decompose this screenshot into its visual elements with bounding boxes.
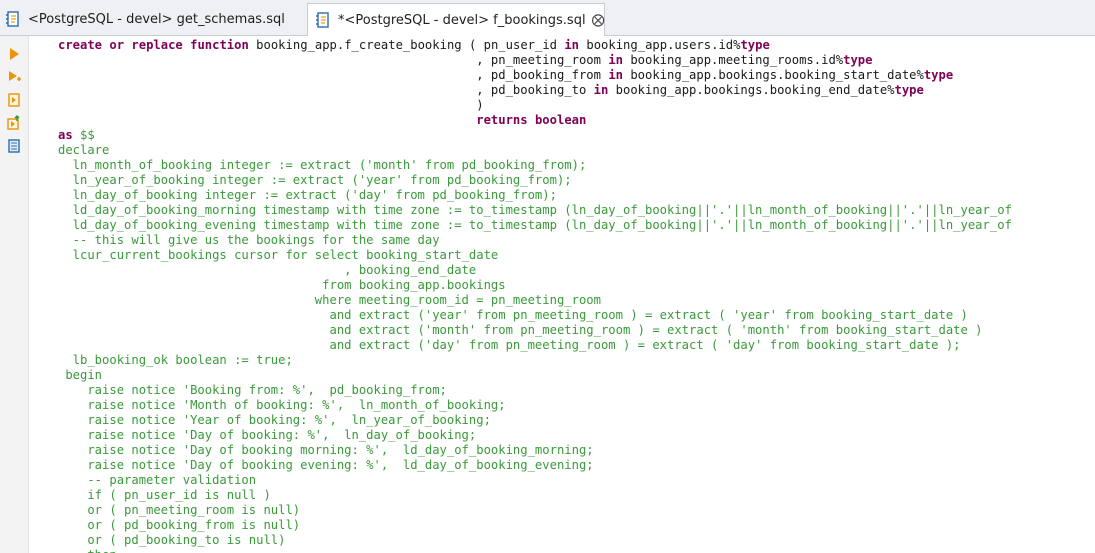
code-line: begin [58,368,103,382]
close-tab-icon[interactable]: ⨂ [592,13,605,28]
code-line: lcur_current_bookings cursor for select … [58,248,499,262]
sql-file-icon [314,11,332,29]
code-line: if ( pn_user_id is null ) [58,488,271,502]
code-line: or ( pn_meeting_room is null) [58,503,301,517]
code-line: ln_day_of_booking integer := extract ('d… [58,188,557,202]
code-line: raise notice 'Booking from: %', pd_booki… [58,383,447,397]
tab-f-bookings[interactable]: *<PostgreSQL - devel> f_bookings.sql ⨂ [307,3,605,36]
code-line: raise notice 'Day of booking morning: %'… [58,443,594,457]
code-line: -- parameter validation [58,473,257,487]
tab-label: *<PostgreSQL - devel> f_bookings.sql [338,12,586,28]
tab-get-schemas[interactable]: <PostgreSQL - devel> get_schemas.sql [0,4,302,34]
export-icon[interactable] [6,138,22,154]
code-line: raise notice 'Year of booking: %', ln_ye… [58,413,491,427]
code-line: and extract ('day' from pn_meeting_room … [58,338,961,352]
code-line: declare [58,143,110,157]
code-line: , pn_meeting_room in booking_app.meeting… [58,53,873,67]
code-line: or ( pd_booking_from is null) [58,518,301,532]
code-line: lb_booking_ok boolean := true; [58,353,293,367]
code-line: or ( pd_booking_to is null) [58,533,286,547]
editor-tab-bar: <PostgreSQL - devel> get_schemas.sql *<P… [0,0,1095,36]
code-line: returns boolean [476,113,587,127]
execute-statement-icon[interactable] [6,46,22,62]
code-line: ln_month_of_booking integer := extract (… [58,158,587,172]
code-line: raise notice 'Day of booking evening: %'… [58,458,594,472]
code-line: as $$ [58,128,95,142]
code-line: ) [58,98,484,112]
explain-plan-icon[interactable] [6,92,22,108]
sql-editor[interactable]: create or replace function booking_app.f… [29,36,1095,553]
code-line: ln_year_of_booking integer := extract ('… [58,173,572,187]
editor-toolbar-gutter [0,36,29,553]
code-line: where meeting_room_id = pn_meeting_room [58,293,601,307]
code-line: ld_day_of_booking_evening timestamp with… [58,218,1012,232]
code-line: ld_day_of_booking_morning timestamp with… [58,203,1012,217]
code-line: , pd_booking_from in booking_app.booking… [58,68,954,82]
sql-code[interactable]: create or replace function booking_app.f… [58,38,1012,553]
tab-label: <PostgreSQL - devel> get_schemas.sql [28,11,285,27]
code-line: create or replace function booking_app.f… [58,38,770,52]
code-line: -- this will give us the bookings for th… [58,233,440,247]
code-line: and extract ('month' from pn_meeting_roo… [58,323,983,337]
code-line: , pd_booking_to in booking_app.bookings.… [58,83,924,97]
sql-file-icon [4,10,22,28]
code-line: and extract ('year' from pn_meeting_room… [58,308,968,322]
execute-script-icon[interactable] [6,69,22,85]
load-plan-icon[interactable] [6,115,22,131]
code-line: raise notice 'Month of booking: %', ln_m… [58,398,506,412]
code-line: from booking_app.bookings [58,278,506,292]
code-line: , booking_end_date [58,263,477,277]
code-line: then [58,548,1012,553]
code-line: raise notice 'Day of booking: %', ln_day… [58,428,477,442]
